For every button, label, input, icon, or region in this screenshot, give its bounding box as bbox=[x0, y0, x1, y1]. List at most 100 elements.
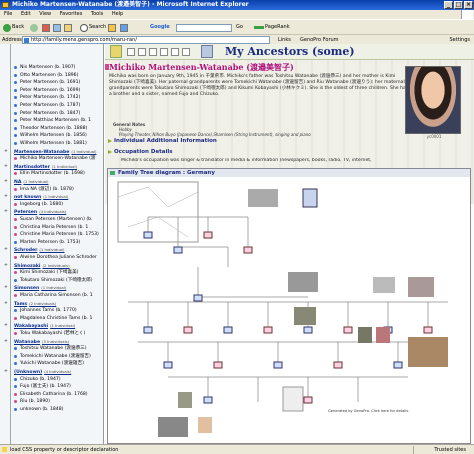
general-notes: General Notes Hobby Playing Theater, Nih… bbox=[113, 122, 383, 137]
favorites-button[interactable] bbox=[108, 22, 116, 33]
photos-icon[interactable] bbox=[149, 48, 157, 56]
family-name: Wakabayashi bbox=[14, 324, 49, 330]
tree-person-item[interactable]: Susan Petersen (Martensen) (b. bbox=[0, 216, 103, 223]
star-icon bbox=[108, 23, 116, 32]
tree-family-heading[interactable]: NA(1 Individual) bbox=[0, 178, 103, 185]
close-button[interactable]: × bbox=[464, 1, 473, 9]
search-button[interactable]: Search bbox=[80, 22, 106, 33]
additional-info-heading[interactable]: Individual Additional Information bbox=[107, 138, 217, 145]
tree-person-item[interactable]: Maria Catharina Simonsen (b. 1 bbox=[0, 292, 103, 299]
tree-person-item[interactable]: Tokutaro Shimozaki (下崎徳太郎) bbox=[0, 277, 103, 284]
menu-edit[interactable]: Edit bbox=[21, 11, 31, 17]
tree-person-item[interactable]: Ingeborg (b. 1680) bbox=[0, 201, 103, 208]
tree-person-item[interactable]: Peter Martensen (b. 1787) bbox=[0, 102, 103, 109]
tree-person-item[interactable]: Wilhelm Martensen (b. 1881) bbox=[0, 140, 103, 147]
address-bar: Address http://family.mens.genspro.com/m… bbox=[0, 34, 474, 44]
tree-person-item[interactable]: Elisabeth Catharina (b. 1768) bbox=[0, 391, 103, 398]
stop-button[interactable] bbox=[42, 22, 50, 33]
tree-family-heading[interactable]: (Unknown)(4 Individuals) bbox=[0, 368, 103, 375]
tree-family-heading[interactable]: Martinsdotter(1 Individual) bbox=[0, 163, 103, 170]
tree-navigator: Nis Martensen (b. 1907) Otto Martensen (b… bbox=[0, 44, 104, 444]
home-button[interactable] bbox=[64, 22, 72, 33]
family-count: (1 Individual) bbox=[51, 163, 78, 169]
tree-family-heading[interactable]: Watanabe(3 Individuals) bbox=[0, 338, 103, 345]
family-name: Martensen-Watanabe bbox=[14, 149, 70, 155]
tree-person-item[interactable]: Nis Martensen (b. 1907) bbox=[0, 64, 103, 71]
toc-icon[interactable] bbox=[138, 48, 146, 56]
tree-family-heading[interactable]: Martensen-Watanabe(1 Individual) bbox=[0, 148, 103, 155]
media-button[interactable] bbox=[120, 22, 128, 33]
menu-help[interactable]: Help bbox=[112, 11, 123, 17]
family-name: Petersen bbox=[14, 210, 38, 216]
tree-person-item[interactable]: Peter Martensen (b. 1699) bbox=[0, 87, 103, 94]
tree-person-item[interactable]: Toshitsu Watanabe (渡邉恭三) bbox=[0, 345, 103, 352]
family-name: Schroder bbox=[14, 248, 38, 254]
family-name: Tams bbox=[14, 301, 28, 307]
tree-person-item[interactable]: Peter Matthias Martensen (b. 1 bbox=[0, 117, 103, 124]
links-button[interactable]: Links bbox=[278, 36, 291, 44]
tree-person-item[interactable]: Michiko Martensen-Watanabe (渡 bbox=[0, 155, 103, 162]
tree-person-item[interactable]: Johannes Tams (b. 1770) bbox=[0, 307, 103, 314]
address-input[interactable]: http://family.mens.genspro.com/maru-ran/ bbox=[22, 36, 270, 44]
tree-person-item[interactable]: Chizuko (b. 1947) bbox=[0, 376, 103, 383]
tree-person-item[interactable]: Fujo (富士夫) (b. 1947) bbox=[0, 383, 103, 390]
tree-person-item[interactable]: Marten Petersen (b. 1753) bbox=[0, 239, 103, 246]
genopro-credit-link[interactable]: Generated by GenoPro. Click here for det… bbox=[328, 409, 458, 415]
family-tree-title[interactable]: Family Tree diagram : Germany bbox=[108, 169, 470, 177]
tree-person-item[interactable]: Christina Maria Petersen (b. 1 bbox=[0, 224, 103, 231]
tree-person-item[interactable]: unknown (b. 1848) bbox=[0, 406, 103, 413]
menu-file[interactable]: File bbox=[4, 11, 12, 17]
forward-button[interactable] bbox=[30, 22, 38, 33]
tree-family-heading[interactable]: Tams(2 Individuals) bbox=[0, 300, 103, 307]
window-title: Michiko Martensen-Watanabe (渡邉美智子) - Mic… bbox=[12, 1, 249, 8]
genopro-forum-link[interactable]: GenoPro Forum bbox=[300, 36, 339, 44]
family-tree-diagram[interactable] bbox=[108, 177, 470, 443]
tree-family-heading[interactable]: Petersen(4 Individuals) bbox=[0, 208, 103, 216]
tree-person-item[interactable]: Irna NA (渡辺) (b. 1878) bbox=[0, 186, 103, 193]
tree-family-heading[interactable]: not known(1 Individual) bbox=[0, 193, 103, 200]
person-photo[interactable] bbox=[405, 66, 461, 134]
tree-person-item[interactable]: Yukichi Watanabe (渡邉雄吉) bbox=[0, 360, 103, 367]
settings-button[interactable]: Settings bbox=[449, 36, 470, 44]
crest-image bbox=[302, 188, 318, 208]
tree-person-item[interactable]: Toku Wakabayashi (若林とく) bbox=[0, 330, 103, 337]
old-photo-4 bbox=[408, 277, 434, 297]
google-search-input[interactable] bbox=[176, 24, 232, 32]
refresh-icon bbox=[53, 23, 61, 32]
map-icon[interactable] bbox=[160, 48, 168, 56]
menu-view[interactable]: View bbox=[39, 11, 51, 17]
tree-family-heading[interactable]: Schroder(1 Individual) bbox=[0, 246, 103, 254]
tree-person-item[interactable]: Riu (b. 1890) bbox=[0, 398, 103, 405]
menu-favorites[interactable]: Favorites bbox=[60, 11, 83, 17]
family-photo bbox=[408, 337, 448, 367]
tree-family-heading[interactable]: Wakabayashi(1 Individual) bbox=[0, 322, 103, 330]
menu-tools[interactable]: Tools bbox=[91, 11, 103, 17]
portrait-3 bbox=[178, 392, 192, 408]
tree-person-item[interactable]: Tomekichi Watanabe (渡邉留吉) bbox=[0, 353, 103, 360]
tree-person-item[interactable]: Peter Martensen (b. 1742) bbox=[0, 94, 103, 101]
help-icon[interactable] bbox=[182, 48, 190, 56]
google-go-button[interactable]: Go bbox=[236, 22, 243, 33]
tree-person-item[interactable]: Wilhelm Martensen (b. 1856) bbox=[0, 132, 103, 139]
tree-person-item[interactable]: Alwine Dorothea Juliane Schroder bbox=[0, 254, 103, 261]
forward-arrow-icon bbox=[30, 23, 38, 32]
tree-family-heading[interactable]: Shimozaki(2 Individuals) bbox=[0, 262, 103, 269]
tree-person-item[interactable]: Theodor Martensen (b. 1888) bbox=[0, 125, 103, 132]
tree-person-item[interactable]: Kimi Shimozaki (下崎喜美) bbox=[0, 269, 103, 276]
tree-person-item[interactable]: Christine Maria Petersen (b. 1753) bbox=[0, 231, 103, 238]
tree-person-item[interactable]: Magdalena Christine Tams (b. 1 bbox=[0, 315, 103, 322]
tree-icon[interactable] bbox=[171, 48, 179, 56]
maximize-button[interactable]: □ bbox=[454, 1, 463, 9]
tree-person-item[interactable]: Peter Martensen (b. 1691) bbox=[0, 79, 103, 86]
tree-family-heading[interactable]: Simonsen(1 Individual) bbox=[0, 284, 103, 291]
tree-person-item[interactable]: Ellin Martinsdotter (b. 1698) bbox=[0, 170, 103, 177]
window-title-bar[interactable]: Michiko Martensen-Watanabe (渡邉美智子) - Mic… bbox=[0, 0, 474, 10]
refresh-button[interactable] bbox=[53, 22, 61, 33]
tree-person-item[interactable]: Peter Martensen (b. 1847) bbox=[0, 110, 103, 117]
back-button[interactable]: Back bbox=[3, 22, 24, 33]
home-page-icon[interactable] bbox=[127, 48, 135, 56]
menu-bar: File Edit View Favorites Tools Help bbox=[0, 10, 474, 19]
tree-person-item[interactable]: Otto Martensen (b. 1896) bbox=[0, 72, 103, 79]
occupation-heading[interactable]: Occupation Details bbox=[107, 149, 173, 156]
minimize-button[interactable]: _ bbox=[444, 1, 453, 9]
